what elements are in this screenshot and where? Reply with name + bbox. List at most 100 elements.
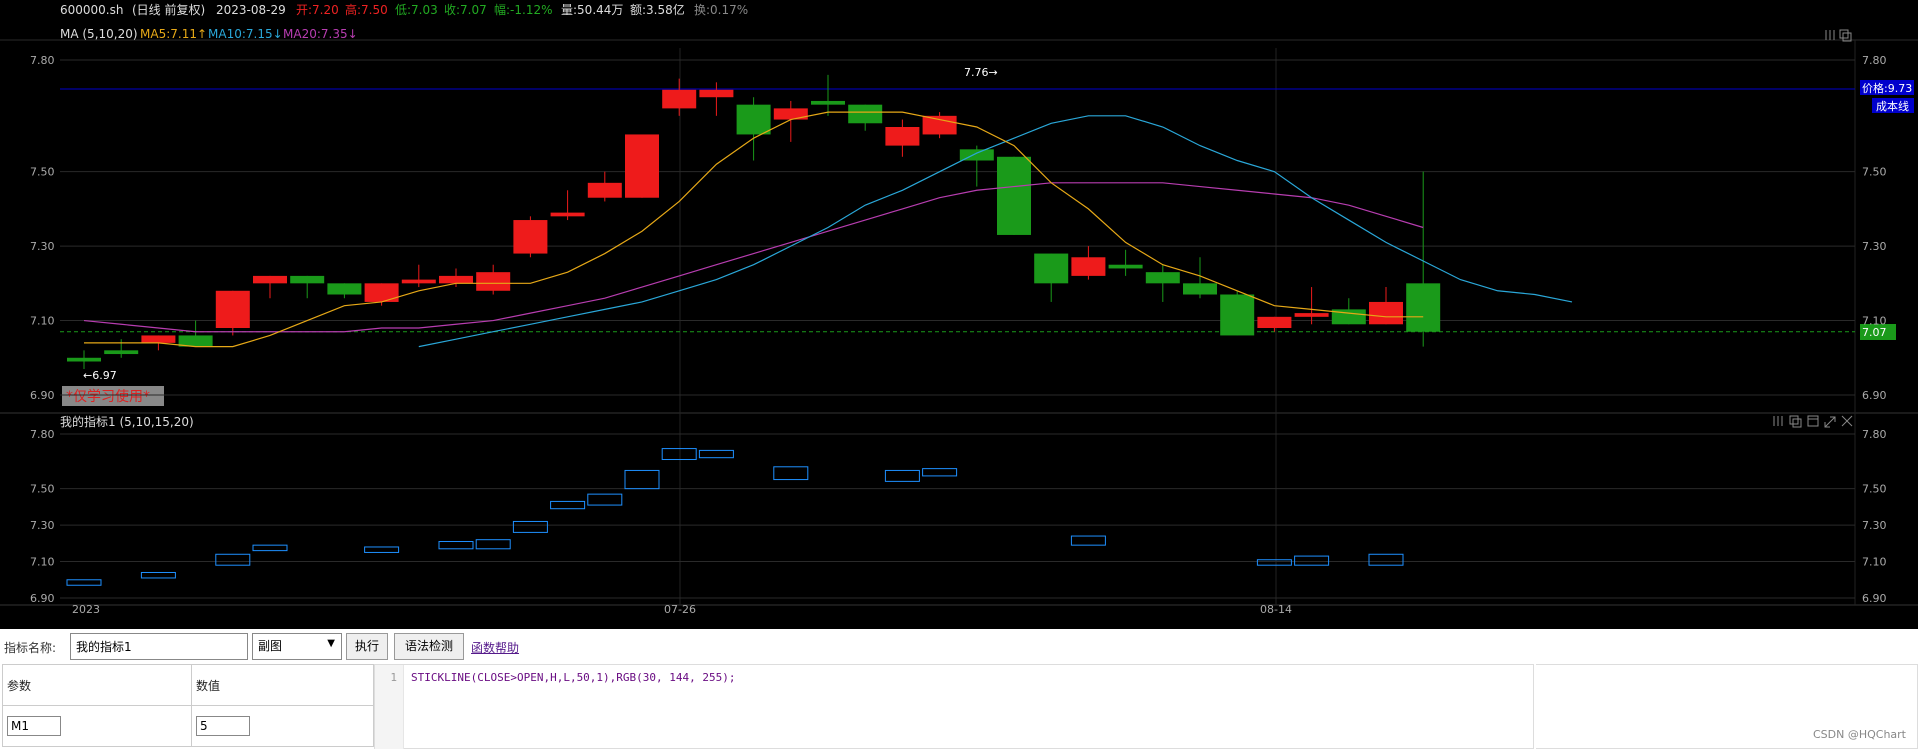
main-y-tick-right: 7.30: [1862, 240, 1887, 253]
sub-overlay-icon[interactable]: [1789, 415, 1802, 428]
candle-body: [513, 220, 548, 254]
chevron-down-icon: ▼: [327, 638, 335, 649]
watermark-label: *仅学习使用*: [66, 388, 150, 405]
line-gutter: 1: [375, 665, 404, 749]
candle-body: [625, 134, 659, 198]
sub-y-tick-left: 7.80: [30, 428, 55, 441]
main-toolbar[interactable]: [1825, 29, 1852, 42]
ma-legend: MA (5,10,20) MA5:7.11↑ MA10:7.15↓ MA20:7…: [60, 27, 358, 41]
sub-y-tick-right: 7.50: [1862, 483, 1887, 496]
ma5-legend: MA5:7.11↑: [140, 27, 207, 41]
stickline-box: [1070, 535, 1106, 546]
stickline-box: [475, 539, 511, 550]
stickline-box: [1368, 553, 1404, 566]
param-header-row: 参数 数值: [2, 664, 374, 706]
candle-body: [811, 100, 845, 105]
stickline-box: [698, 449, 734, 459]
sub-maximize-icon[interactable]: [1824, 416, 1836, 428]
main-y-tick-left: 7.50: [30, 166, 55, 179]
candle-body: [1369, 301, 1403, 325]
candle-body: [141, 335, 176, 343]
param-value-input[interactable]: [196, 716, 250, 736]
function-help-link[interactable]: 函数帮助: [471, 639, 519, 656]
candle-body: [290, 275, 325, 284]
candle-body: [773, 108, 808, 120]
candle-body: [1034, 253, 1069, 284]
kline-chart-area[interactable]: 600000.sh (日线 前复权) 2023-08-29 开:7.20 高:7…: [0, 0, 1918, 629]
execute-button[interactable]: 执行: [346, 633, 388, 660]
candle-body: [1257, 316, 1292, 328]
quote-header: 600000.sh (日线 前复权) 2023-08-29 开:7.20 高:7…: [60, 2, 748, 17]
candle-body: [550, 212, 585, 217]
stickline-box: [1256, 559, 1292, 566]
amount-value: 额:3.58亿: [630, 2, 685, 17]
candle-body: [699, 89, 734, 98]
kline-chart-svg[interactable]: 600000.sh (日线 前复权) 2023-08-29 开:7.20 高:7…: [0, 0, 1918, 629]
sub-y-tick-right: 7.30: [1862, 519, 1887, 532]
period-label: (日线 前复权): [132, 2, 205, 17]
sub-settings-icon[interactable]: [1773, 416, 1783, 426]
candle-body: [848, 104, 883, 124]
indicator-type-select[interactable]: 副图 ▼: [252, 633, 342, 660]
sub-close-icon[interactable]: [1841, 415, 1853, 427]
code-line[interactable]: STICKLINE(CLOSE>OPEN,H,L,50,1),RGB(30, 1…: [411, 671, 736, 684]
stickline-box: [140, 571, 176, 579]
close-value: 收:7.07: [444, 3, 487, 17]
stickline-box: [884, 469, 920, 482]
candle-body: [736, 104, 771, 135]
stickline-box: [512, 520, 548, 533]
symbol-label: 600000.sh: [60, 3, 123, 17]
syntax-check-button[interactable]: 语法检测: [394, 633, 464, 660]
sub-y-tick-right: 6.90: [1862, 592, 1887, 605]
code-editor[interactable]: 1 STICKLINE(CLOSE>OPEN,H,L,50,1),RGB(30,…: [374, 664, 1534, 749]
candle-body: [364, 283, 399, 302]
stickline-box: [438, 541, 474, 550]
value-header: 数值: [191, 664, 374, 706]
sub-window-icon[interactable]: [1807, 415, 1819, 427]
stickline-box: [252, 544, 288, 552]
candle-body: [1220, 294, 1255, 336]
main-y-tick-right: 7.50: [1862, 166, 1887, 179]
sub-y-tick-left: 6.90: [30, 592, 55, 605]
stickline-box: [364, 546, 400, 553]
indicator-name-label: 指标名称:: [4, 641, 57, 655]
candle-body: [215, 290, 250, 328]
sub-y-tick-left: 7.10: [30, 556, 55, 569]
line-number: 1: [390, 671, 397, 684]
x-label-end: 08-14: [1260, 603, 1292, 616]
sub-y-tick-right: 7.10: [1862, 556, 1887, 569]
chart-frame: [0, 39, 1918, 606]
candle-body: [476, 272, 511, 291]
main-y-tick-left: 7.80: [30, 54, 55, 67]
stickline-box: [773, 466, 809, 481]
stickline-box: [661, 448, 697, 461]
max-price-label: 7.76→: [964, 66, 998, 79]
main-y-tick-right: 6.90: [1862, 389, 1887, 402]
last-price-tag: 7.07: [1862, 326, 1887, 339]
sub-y-tick-right: 7.80: [1862, 428, 1887, 441]
param-name-input[interactable]: [7, 716, 61, 736]
indicator-name-input[interactable]: [70, 633, 248, 660]
candle-body: [67, 357, 101, 362]
indicator-editor: 指标名称: 副图 ▼ 执行 语法检测 函数帮助 参数 数值 1 STICKLIN…: [0, 629, 1918, 749]
main-y-tick-right: 7.10: [1862, 315, 1887, 328]
overlay-icon[interactable]: [1839, 29, 1852, 42]
sub-toolbar[interactable]: [1773, 415, 1853, 428]
footer-credit: CSDN @HQChart: [1812, 728, 1906, 741]
turnover-value: 换:0.17%: [694, 3, 748, 17]
stickline-box: [550, 500, 586, 510]
candle-body: [1108, 264, 1143, 269]
chart-marks: 7.80 7.80 7.80 7.80 7.50 7.50 7.50 7.50 7.30 7.30…: [30, 54, 1887, 605]
x-label-mid: 07-26: [664, 603, 696, 616]
candle-body: [662, 89, 697, 109]
volume-value: 量:50.44万: [561, 3, 623, 17]
sub-indicator-title: 我的指标1 (5,10,15,20): [60, 414, 194, 429]
stickline-box: [1294, 555, 1330, 566]
cost-tag: 成本线: [1876, 99, 1909, 113]
settings-icon[interactable]: [1825, 30, 1835, 40]
stickline-box: [922, 468, 958, 477]
high-value: 高:7.50: [345, 2, 388, 17]
param-table: 参数 数值: [2, 664, 374, 747]
param-header: 参数: [2, 664, 192, 706]
stickline-box: [624, 469, 660, 490]
